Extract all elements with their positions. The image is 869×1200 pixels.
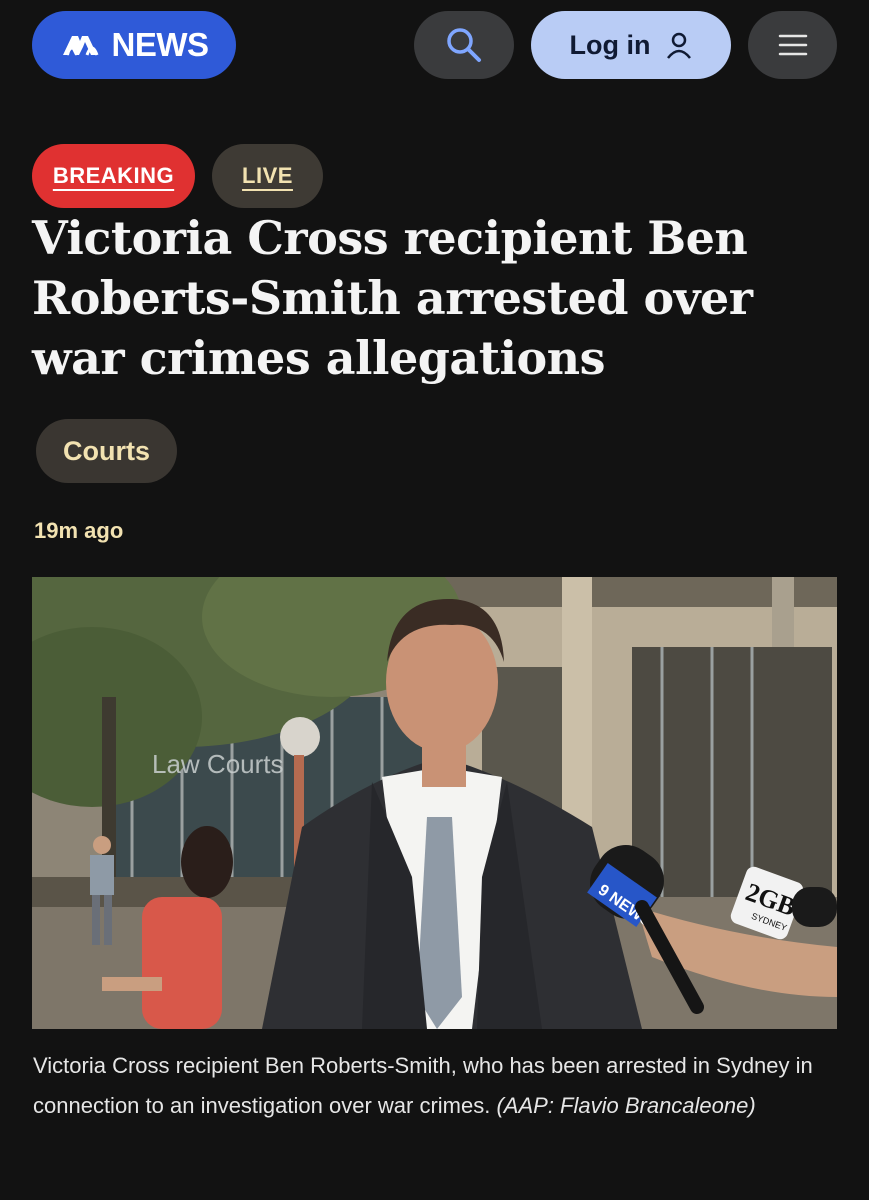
login-button[interactable]: Log in [531,11,731,79]
logo-text: NEWS [111,26,210,63]
live-label: LIVE [242,163,293,188]
site-header: NEWS Log in [0,0,869,90]
breaking-badge[interactable]: BREAKING [32,144,195,208]
photo-caption: Victoria Cross recipient Ben Roberts-Smi… [33,1046,838,1126]
photo-credit: (AAP: Flavio Brancaleone) [496,1093,756,1118]
live-badge[interactable]: LIVE [212,144,323,208]
user-icon [667,32,692,59]
article-headline: Victoria Cross recipient Ben Roberts-Smi… [32,211,753,385]
law-courts-sign: Law Courts [152,749,284,779]
abc-logo-icon [62,36,98,56]
login-label: Log in [569,29,651,60]
menu-button[interactable] [748,11,837,79]
topic-tag-courts[interactable]: Courts [36,419,177,483]
published-time: 19m ago [34,518,124,543]
search-icon [447,28,481,62]
search-button[interactable] [414,11,514,79]
article-photo[interactable]: Law Courts 9 NEWS 2GB SYDNEY [32,577,837,1029]
hamburger-menu-icon [778,34,807,56]
abc-news-logo[interactable]: NEWS [32,11,236,79]
breaking-label: BREAKING [52,163,175,188]
photo-illustration: Law Courts 9 NEWS 2GB SYDNEY [32,577,837,1029]
